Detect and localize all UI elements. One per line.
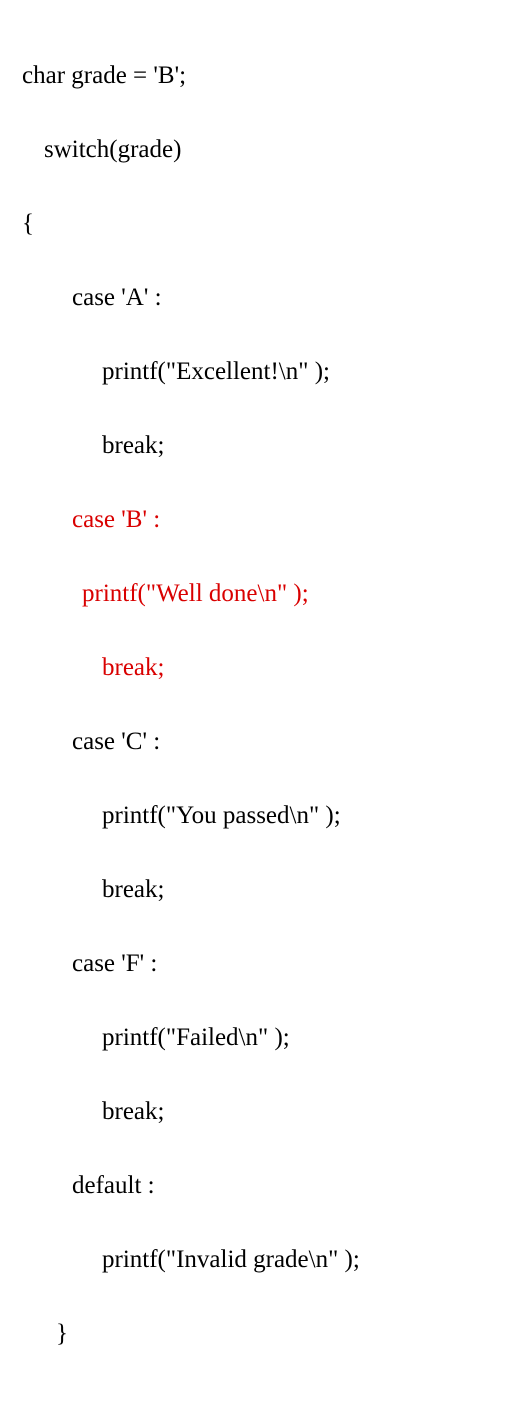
code-line: {	[22, 205, 488, 242]
code-line: printf("Failed\n" );	[22, 1019, 488, 1056]
code-line: case 'F' :	[22, 945, 488, 982]
code-line: break;	[22, 871, 488, 908]
code-line: printf("Excellent!\n" );	[22, 353, 488, 390]
code-line-highlighted: case 'B' :	[22, 501, 488, 538]
code-line: break;	[22, 1093, 488, 1130]
code-line: }	[22, 1315, 488, 1352]
code-line: case 'A' :	[22, 279, 488, 316]
code-snippet: char grade = 'B'; switch(grade) { case '…	[22, 20, 488, 1389]
code-line: char grade = 'B';	[22, 57, 488, 94]
code-line: printf("Invalid grade\n" );	[22, 1241, 488, 1278]
code-line-highlighted: printf("Well done\n" );	[22, 575, 488, 612]
code-line: switch(grade)	[22, 131, 488, 168]
code-line-highlighted: break;	[22, 649, 488, 686]
code-line: break;	[22, 427, 488, 464]
code-line: printf("You passed\n" );	[22, 797, 488, 834]
code-line: case 'C' :	[22, 723, 488, 760]
code-line: default :	[22, 1167, 488, 1204]
